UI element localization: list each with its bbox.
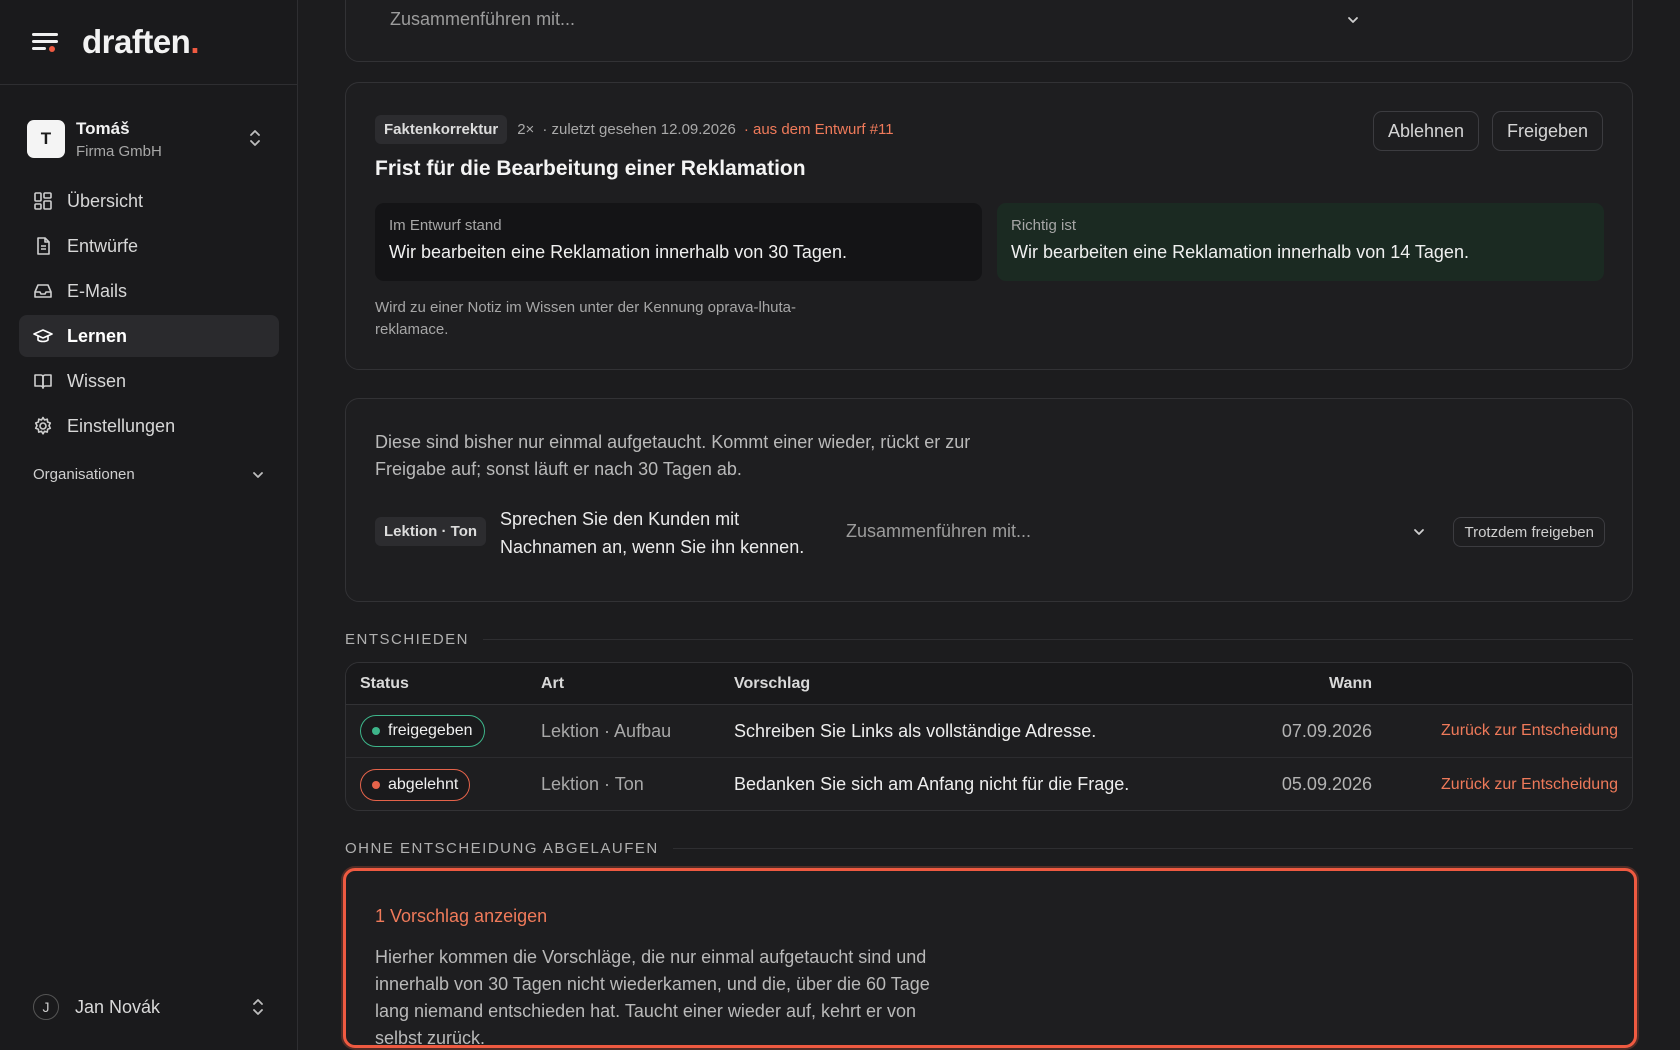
divider bbox=[483, 639, 1633, 640]
decided-table: Status Art Vorschlag Wann freigegeben Le… bbox=[345, 662, 1633, 811]
decided-section-heading: ENTSCHIEDEN bbox=[345, 631, 1633, 648]
new-statement-box: Richtig ist Wir bearbeiten eine Reklamat… bbox=[997, 203, 1604, 281]
status-badge-label: abgelehnt bbox=[388, 775, 459, 793]
suggestion-card-partial: Zusammenführen mit... bbox=[345, 0, 1633, 62]
fact-type-tag: Faktenkorrektur bbox=[375, 115, 508, 144]
row-vorschlag: Bedanken Sie sich am Anfang nicht für di… bbox=[734, 774, 1130, 794]
lesson-tag: Lektion · Ton bbox=[375, 517, 487, 546]
fact-meta: Faktenkorrektur 2× · zuletzt gesehen 12.… bbox=[375, 115, 894, 144]
old-statement-box: Im Entwurf stand Wir bearbeiten eine Rek… bbox=[375, 203, 982, 281]
old-statement-text: Wir bearbeiten eine Reklamation innerhal… bbox=[389, 242, 847, 262]
row-art: Lektion · Aufbau bbox=[541, 720, 672, 741]
sidebar-item-label: Übersicht bbox=[67, 190, 144, 211]
status-badge: abgelehnt bbox=[360, 768, 471, 801]
status-dot bbox=[372, 727, 380, 735]
reject-button[interactable]: Ablehnen bbox=[1373, 111, 1480, 151]
sidebar-item-label: Lernen bbox=[67, 325, 128, 346]
table-row: freigegeben Lektion · Aufbau Schreiben S… bbox=[346, 705, 1632, 758]
status-badge: freigegeben bbox=[360, 715, 485, 747]
column-header-art: Art bbox=[541, 674, 565, 692]
chevron-down-icon bbox=[1414, 528, 1424, 535]
menu-icon[interactable] bbox=[32, 31, 58, 53]
lesson-text: Sprechen Sie den Kunden mit Nachnamen an… bbox=[500, 509, 805, 557]
status-dot bbox=[372, 780, 380, 789]
user-name: Jan Novák bbox=[75, 996, 161, 1017]
expired-section-heading: OHNE ENTSCHEIDUNG ABGELAUFEN bbox=[345, 840, 1633, 857]
merge-select[interactable]: Zusammenführen mit... bbox=[846, 521, 1426, 542]
document-icon bbox=[37, 237, 50, 255]
row-art: Lektion · Ton bbox=[541, 774, 644, 794]
grid-icon bbox=[34, 192, 52, 210]
chevron-up-down-icon bbox=[253, 999, 263, 1015]
chevron-up-down-icon bbox=[250, 130, 260, 146]
revert-decision-link[interactable]: Zurück zur Entscheidung bbox=[1441, 776, 1618, 794]
chevron-down-icon bbox=[1348, 16, 1358, 23]
merge-select-value: Zusammenführen mit... bbox=[846, 521, 1032, 541]
sidebar-item-lernen[interactable]: Lernen bbox=[19, 315, 279, 357]
force-approve-button[interactable]: Trotzdem freigeben bbox=[1453, 517, 1605, 547]
new-statement-label: Richtig ist bbox=[1011, 217, 1077, 234]
new-statement-text: Wir bearbeiten eine Reklamation innerhal… bbox=[1011, 242, 1469, 262]
source-draft-link[interactable]: · aus dem Entwurf #11 bbox=[744, 121, 894, 138]
row-vorschlag: Schreiben Sie Links als vollständige Adr… bbox=[734, 720, 1097, 741]
graduation-cap-icon bbox=[33, 329, 53, 343]
fact-note: Wird zu einer Notiz im Wissen unter der … bbox=[375, 299, 797, 338]
list-item: Lektion · Ton Sprechen Sie den Kunden mi… bbox=[375, 505, 1605, 565]
expired-description: Hierher kommen die Vorschläge, die nur e… bbox=[375, 947, 930, 1048]
account-name: Tomáš bbox=[76, 118, 130, 138]
section-heading-text: ENTSCHIEDEN bbox=[345, 631, 470, 648]
account-switcher[interactable]: T Tomáš Firma GmbH bbox=[27, 114, 272, 164]
sidebar-item-label: E-Mails bbox=[67, 280, 128, 301]
revert-decision-link[interactable]: Zurück zur Entscheidung bbox=[1441, 722, 1618, 740]
organisations-label: Organisationen bbox=[33, 466, 135, 483]
sidebar-item-wissen[interactable]: Wissen bbox=[19, 360, 279, 402]
sidebar-item-einstellungen[interactable]: Einstellungen bbox=[19, 405, 279, 447]
sidebar-item-label: Entwürfe bbox=[67, 235, 139, 256]
merge-select[interactable]: Zusammenführen mit... bbox=[390, 9, 1360, 30]
table-row: abgelehnt Lektion · Ton Bedanken Sie sic… bbox=[346, 758, 1632, 810]
show-suggestion-link[interactable]: 1 Vorschlag anzeigen bbox=[375, 906, 547, 927]
column-header-vorschlag: Vorschlag bbox=[734, 674, 811, 692]
table-header: Status Art Vorschlag Wann bbox=[346, 663, 1632, 705]
merge-select-value: Zusammenführen mit... bbox=[390, 9, 576, 29]
section-heading-text: OHNE ENTSCHEIDUNG ABGELAUFEN bbox=[345, 840, 659, 857]
sidebar-item-label: Wissen bbox=[67, 370, 127, 391]
single-occurrence-description: Diese sind bisher nur einmal aufgetaucht… bbox=[375, 432, 971, 479]
sidebar: draften. T Tomáš Firma GmbH Übersicht En… bbox=[0, 0, 298, 1050]
logo: draften. bbox=[82, 23, 200, 60]
account-company: Firma GmbH bbox=[76, 142, 162, 160]
book-icon bbox=[34, 374, 52, 389]
row-wann: 07.09.2026 bbox=[1281, 720, 1372, 741]
inbox-icon bbox=[34, 284, 52, 298]
chevron-down-icon bbox=[253, 471, 263, 478]
sidebar-nav: Übersicht Entwürfe E-Mails Lernen Wissen bbox=[19, 180, 279, 450]
user-menu[interactable]: J Jan Novák bbox=[33, 994, 265, 1020]
sidebar-item-label: Einstellungen bbox=[67, 415, 176, 436]
approve-button[interactable]: Freigeben bbox=[1492, 111, 1604, 151]
divider bbox=[672, 848, 1633, 849]
sidebar-item-entwuerfe[interactable]: Entwürfe bbox=[19, 225, 279, 267]
sidebar-item-uebersicht[interactable]: Übersicht bbox=[19, 180, 279, 222]
row-wann: 05.09.2026 bbox=[1281, 774, 1372, 794]
gear-icon bbox=[34, 416, 52, 435]
status-badge-label: freigegeben bbox=[388, 722, 473, 739]
user-avatar: J bbox=[33, 994, 59, 1020]
organisations-toggle[interactable]: Organisationen bbox=[33, 466, 265, 483]
expired-card: 1 Vorschlag anzeigen Hierher kommen die … bbox=[343, 868, 1637, 1048]
old-statement-label: Im Entwurf stand bbox=[389, 217, 502, 234]
column-header-status: Status bbox=[360, 674, 409, 692]
fact-correction-card: Faktenkorrektur 2× · zuletzt gesehen 12.… bbox=[345, 82, 1633, 370]
brand-bar: draften. bbox=[0, 0, 297, 85]
column-header-wann: Wann bbox=[1329, 674, 1372, 692]
single-occurrence-card: Diese sind bisher nur einmal aufgetaucht… bbox=[345, 398, 1633, 602]
occurrence-count: 2× bbox=[517, 121, 535, 138]
last-seen: · zuletzt gesehen 12.09.2026 bbox=[542, 121, 736, 138]
fact-title: Frist für die Bearbeitung einer Reklamat… bbox=[375, 157, 806, 180]
account-avatar: T bbox=[27, 120, 65, 158]
sidebar-item-emails[interactable]: E-Mails bbox=[19, 270, 279, 312]
